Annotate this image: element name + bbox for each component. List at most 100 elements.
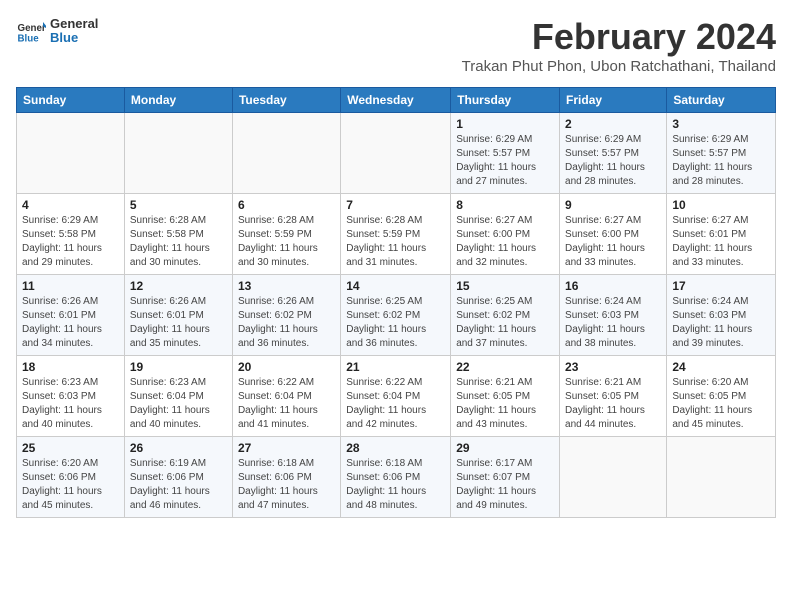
- calendar-cell: [667, 437, 776, 518]
- calendar-cell: 29Sunrise: 6:17 AM Sunset: 6:07 PM Dayli…: [451, 437, 560, 518]
- day-info: Sunrise: 6:28 AM Sunset: 5:58 PM Dayligh…: [130, 214, 227, 270]
- calendar-cell: 17 Sunrise: 6:24 AM Sunset: 6:03 PM Dayli…: [667, 275, 776, 356]
- day-info: Sunrise: 6:23 AM Sunset: 6:03 PM Dayligh…: [22, 376, 119, 432]
- day-number: 11: [22, 279, 119, 293]
- calendar-cell: [232, 113, 340, 194]
- day-number: 16: [565, 279, 661, 293]
- day-number: 14: [346, 279, 445, 293]
- day-number: 22: [456, 360, 554, 374]
- day-info: Sunrise: 6:24 AM Sunset: 6:03 PM Dayligh…: [565, 295, 661, 351]
- day-number: 19: [130, 360, 227, 374]
- day-info: Sunrise: 6:25 AM Sunset: 6:02 PM Dayligh…: [456, 295, 554, 351]
- day-info: Sunrise: 6:20 AM Sunset: 6:06 PM Dayligh…: [22, 457, 119, 513]
- day-info: Sunrise: 6:18 AM Sunset: 6:06 PM Dayligh…: [346, 457, 445, 513]
- calendar-cell: 15 Sunrise: 6:25 AM Sunset: 6:02 PM Dayli…: [451, 275, 560, 356]
- day-info: Sunrise: 6:28 AM Sunset: 5:59 PM Dayligh…: [238, 214, 335, 270]
- day-info: Sunrise: 6:21 AM Sunset: 6:05 PM Dayligh…: [565, 376, 661, 432]
- day-number: 25: [22, 441, 119, 455]
- weekday-header-tuesday: Tuesday: [232, 88, 340, 113]
- day-info: Sunrise: 6:25 AM Sunset: 6:02 PM Dayligh…: [346, 295, 445, 351]
- calendar-cell: 8 Sunrise: 6:27 AM Sunset: 6:00 PM Daylig…: [451, 194, 560, 275]
- day-number: 8: [456, 198, 554, 212]
- calendar-cell: [124, 113, 232, 194]
- calendar-cell: 14 Sunrise: 6:25 AM Sunset: 6:02 PM Dayli…: [341, 275, 451, 356]
- calendar-week-row: 1 Sunrise: 6:29 AM Sunset: 5:57 PM Daylig…: [17, 113, 776, 194]
- weekday-header-wednesday: Wednesday: [341, 88, 451, 113]
- calendar-cell: 19 Sunrise: 6:23 AM Sunset: 6:04 PM Dayli…: [124, 356, 232, 437]
- calendar-cell: 20 Sunrise: 6:22 AM Sunset: 6:04 PM Dayli…: [232, 356, 340, 437]
- day-info: Sunrise: 6:26 AM Sunset: 6:01 PM Dayligh…: [130, 295, 227, 351]
- weekday-header-friday: Friday: [560, 88, 667, 113]
- calendar-cell: 13Sunrise: 6:26 AM Sunset: 6:02 PM Dayli…: [232, 275, 340, 356]
- calendar-cell: 5 Sunrise: 6:28 AM Sunset: 5:58 PM Daylig…: [124, 194, 232, 275]
- day-number: 21: [346, 360, 445, 374]
- day-number: 2: [565, 117, 661, 131]
- day-number: 3: [672, 117, 770, 131]
- calendar-week-row: 4 Sunrise: 6:29 AM Sunset: 5:58 PM Daylig…: [17, 194, 776, 275]
- calendar-cell: [560, 437, 667, 518]
- calendar-cell: 4 Sunrise: 6:29 AM Sunset: 5:58 PM Daylig…: [17, 194, 125, 275]
- calendar-cell: 9 Sunrise: 6:27 AM Sunset: 6:00 PM Daylig…: [560, 194, 667, 275]
- logo-general: General: [50, 17, 98, 31]
- day-number: 1: [456, 117, 554, 131]
- day-number: 15: [456, 279, 554, 293]
- day-info: Sunrise: 6:17 AM Sunset: 6:07 PM Dayligh…: [456, 457, 554, 513]
- calendar-cell: 27 Sunrise: 6:18 AM Sunset: 6:06 PM Dayli…: [232, 437, 340, 518]
- day-info: Sunrise: 6:20 AM Sunset: 6:05 PM Dayligh…: [672, 376, 770, 432]
- day-info: Sunrise: 6:27 AM Sunset: 6:01 PM Dayligh…: [672, 214, 770, 270]
- calendar-cell: 18Sunrise: 6:23 AM Sunset: 6:03 PM Dayli…: [17, 356, 125, 437]
- weekday-header-monday: Monday: [124, 88, 232, 113]
- day-info: Sunrise: 6:27 AM Sunset: 6:00 PM Dayligh…: [456, 214, 554, 270]
- day-number: 6: [238, 198, 335, 212]
- day-number: 7: [346, 198, 445, 212]
- location-title: Trakan Phut Phon, Ubon Ratchathani, Thai…: [462, 58, 776, 75]
- day-number: 20: [238, 360, 335, 374]
- calendar-cell: 3 Sunrise: 6:29 AM Sunset: 5:57 PM Daylig…: [667, 113, 776, 194]
- day-info: Sunrise: 6:29 AM Sunset: 5:57 PM Dayligh…: [456, 133, 554, 189]
- day-info: Sunrise: 6:29 AM Sunset: 5:57 PM Dayligh…: [672, 133, 770, 189]
- calendar-week-row: 11 Sunrise: 6:26 AM Sunset: 6:01 PM Dayli…: [17, 275, 776, 356]
- calendar-week-row: 18Sunrise: 6:23 AM Sunset: 6:03 PM Dayli…: [17, 356, 776, 437]
- calendar-week-row: 25 Sunrise: 6:20 AM Sunset: 6:06 PM Dayli…: [17, 437, 776, 518]
- day-number: 17: [672, 279, 770, 293]
- weekday-header-row: SundayMondayTuesdayWednesdayThursdayFrid…: [17, 88, 776, 113]
- day-number: 4: [22, 198, 119, 212]
- weekday-header-thursday: Thursday: [451, 88, 560, 113]
- day-info: Sunrise: 6:18 AM Sunset: 6:06 PM Dayligh…: [238, 457, 335, 513]
- logo-icon: General Blue: [16, 16, 46, 46]
- calendar-cell: 7Sunrise: 6:28 AM Sunset: 5:59 PM Daylig…: [341, 194, 451, 275]
- day-number: 27: [238, 441, 335, 455]
- calendar-cell: 26Sunrise: 6:19 AM Sunset: 6:06 PM Dayli…: [124, 437, 232, 518]
- day-number: 12: [130, 279, 227, 293]
- day-info: Sunrise: 6:29 AM Sunset: 5:57 PM Dayligh…: [565, 133, 661, 189]
- calendar-cell: 25 Sunrise: 6:20 AM Sunset: 6:06 PM Dayli…: [17, 437, 125, 518]
- day-info: Sunrise: 6:22 AM Sunset: 6:04 PM Dayligh…: [238, 376, 335, 432]
- day-info: Sunrise: 6:29 AM Sunset: 5:58 PM Dayligh…: [22, 214, 119, 270]
- svg-text:General: General: [18, 23, 47, 34]
- calendar-cell: 16 Sunrise: 6:24 AM Sunset: 6:03 PM Dayli…: [560, 275, 667, 356]
- day-info: Sunrise: 6:21 AM Sunset: 6:05 PM Dayligh…: [456, 376, 554, 432]
- day-number: 5: [130, 198, 227, 212]
- calendar-cell: 10 Sunrise: 6:27 AM Sunset: 6:01 PM Dayli…: [667, 194, 776, 275]
- calendar-cell: 28 Sunrise: 6:18 AM Sunset: 6:06 PM Dayli…: [341, 437, 451, 518]
- weekday-header-saturday: Saturday: [667, 88, 776, 113]
- day-info: Sunrise: 6:22 AM Sunset: 6:04 PM Dayligh…: [346, 376, 445, 432]
- calendar-cell: 11Sunrise: 6:26 AM Sunset: 6:01 PM Dayli…: [17, 275, 125, 356]
- day-info: Sunrise: 6:23 AM Sunset: 6:04 PM Dayligh…: [130, 376, 227, 432]
- day-number: 10: [672, 198, 770, 212]
- month-title: February 2024: [462, 16, 776, 58]
- logo-blue: Blue: [50, 31, 98, 45]
- day-number: 24: [672, 360, 770, 374]
- day-number: 9: [565, 198, 661, 212]
- weekday-header-sunday: Sunday: [17, 88, 125, 113]
- calendar-table: SundayMondayTuesdayWednesdayThursdayFrid…: [16, 87, 776, 518]
- day-number: 28: [346, 441, 445, 455]
- calendar-cell: [341, 113, 451, 194]
- calendar-cell: [17, 113, 125, 194]
- calendar-cell: 1 Sunrise: 6:29 AM Sunset: 5:57 PM Daylig…: [451, 113, 560, 194]
- page-header: General Blue General Blue February 2024 …: [16, 16, 776, 83]
- calendar-cell: 6 Sunrise: 6:28 AM Sunset: 5:59 PM Daylig…: [232, 194, 340, 275]
- day-info: Sunrise: 6:27 AM Sunset: 6:00 PM Dayligh…: [565, 214, 661, 270]
- day-info: Sunrise: 6:24 AM Sunset: 6:03 PM Dayligh…: [672, 295, 770, 351]
- day-info: Sunrise: 6:26 AM Sunset: 6:02 PM Dayligh…: [238, 295, 335, 351]
